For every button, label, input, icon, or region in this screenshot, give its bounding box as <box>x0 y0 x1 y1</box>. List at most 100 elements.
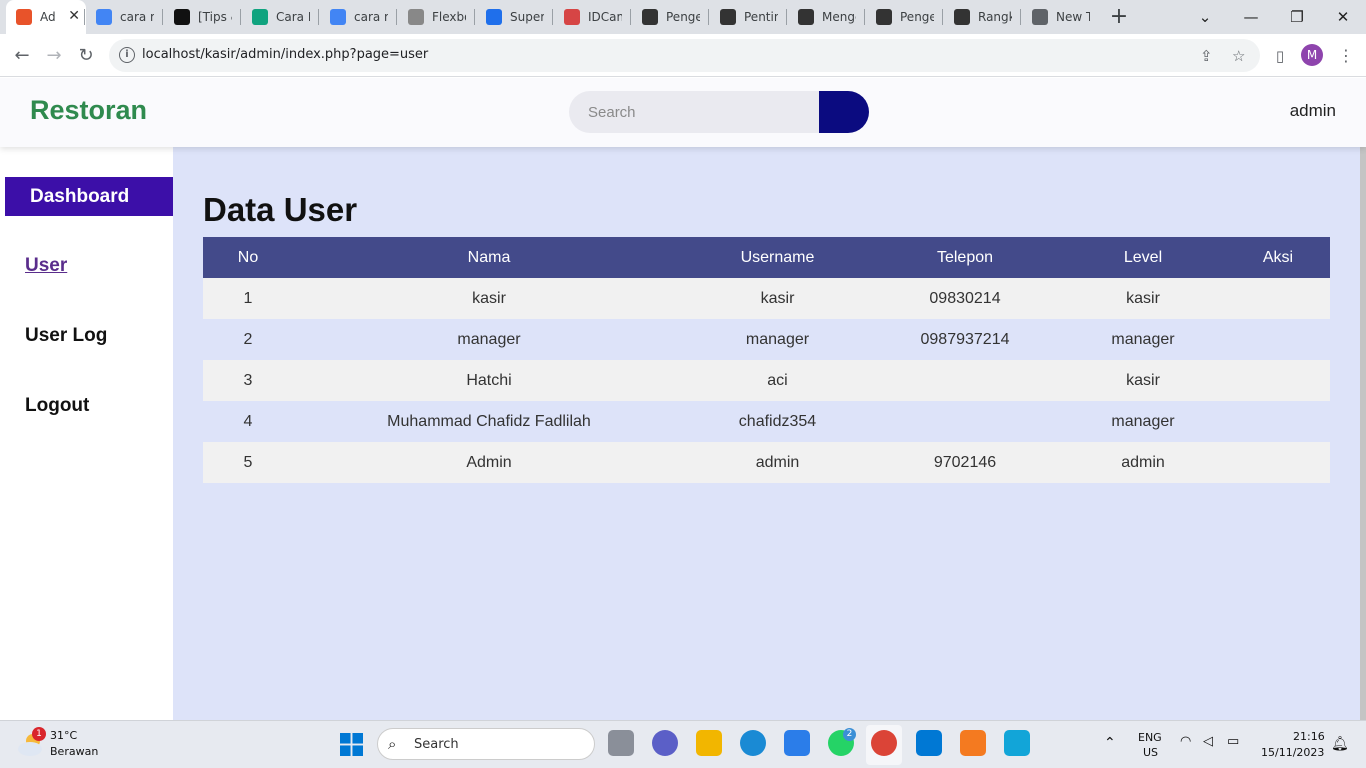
search-icon: ⌕ <box>388 735 397 753</box>
minimize-button[interactable]: — <box>1228 0 1274 34</box>
page-scrollbar[interactable] <box>1360 147 1366 720</box>
taskbar-search[interactable]: ⌕ Search <box>377 728 595 760</box>
restore-button[interactable]: ❐ <box>1274 0 1320 34</box>
browser-tab[interactable]: Menge <box>788 0 866 34</box>
tab-separator <box>1020 9 1021 25</box>
xampp-icon[interactable] <box>960 730 986 756</box>
chatgpt-icon <box>252 9 268 25</box>
table-row: 1 kasir kasir 09830214 kasir <box>203 278 1330 319</box>
browser-tab[interactable]: Cara M <box>242 0 320 34</box>
browser-tab-label: IDCam <box>588 10 622 24</box>
cell-nama: Muhammad Chafidz Fadlilah <box>293 401 685 442</box>
cell-nama: Hatchi <box>293 360 685 401</box>
browser-toolbar: ← → ↻ i localhost/kasir/admin/index.php?… <box>0 34 1366 77</box>
tab-separator <box>84 9 85 25</box>
site-info-icon[interactable]: i <box>119 47 135 63</box>
cell-telepon <box>870 360 1060 401</box>
browser-tab[interactable]: Flexbo <box>398 0 476 34</box>
weather-description[interactable]: Berawan <box>50 745 98 758</box>
battery-icon[interactable]: ▭ <box>1227 734 1239 749</box>
share-icon[interactable]: ⇪ <box>1200 47 1213 65</box>
close-tab-icon[interactable]: ✕ <box>68 8 80 24</box>
browser-tab[interactable]: cara m <box>320 0 398 34</box>
sidebar: Dashboard User User Log Logout <box>0 147 173 720</box>
wifi-icon[interactable]: ◠ <box>1180 734 1191 749</box>
bookmark-star-icon[interactable]: ☆ <box>1232 47 1245 65</box>
microsoft-store-icon[interactable] <box>784 730 810 756</box>
browser-tab[interactable]: Rangki <box>944 0 1022 34</box>
column-header-telepon: Telepon <box>870 237 1060 278</box>
browser-tab[interactable]: Penger <box>632 0 710 34</box>
windows-taskbar: 1 31°C Berawan ⌕ Search 2 ⌃ ENG US ◠ ◁ ▭… <box>0 720 1366 768</box>
cell-aksi <box>1226 401 1330 442</box>
cell-username: admin <box>685 442 870 483</box>
weather-temperature[interactable]: 31°C <box>50 729 77 742</box>
cell-aksi <box>1226 360 1330 401</box>
sidebar-item-logout[interactable]: Logout <box>25 395 89 417</box>
column-header-level: Level <box>1060 237 1226 278</box>
tab-separator <box>630 9 631 25</box>
windows-start-icon[interactable] <box>340 733 363 756</box>
g-icon <box>642 9 658 25</box>
cell-no: 5 <box>203 442 293 483</box>
browser-tab[interactable]: Ad ✕ <box>6 0 86 34</box>
region-indicator[interactable]: US <box>1143 746 1158 759</box>
css-tricks-icon <box>408 9 424 25</box>
url-text[interactable]: localhost/kasir/admin/index.php?page=use… <box>142 47 428 62</box>
vscode-icon[interactable] <box>916 730 942 756</box>
sidebar-item-user-log[interactable]: User Log <box>25 325 107 347</box>
tab-separator <box>786 9 787 25</box>
menu-kebab-icon[interactable]: ⋮ <box>1333 43 1359 69</box>
cell-telepon: 9702146 <box>870 442 1060 483</box>
back-button[interactable]: ← <box>9 43 35 69</box>
browser-tab[interactable]: Super s <box>476 0 554 34</box>
tab-separator <box>942 9 943 25</box>
notification-bell-icon[interactable]: 🔔︎ <box>1331 736 1349 752</box>
close-window-button[interactable]: ✕ <box>1320 0 1366 34</box>
tray-chevron-up-icon[interactable]: ⌃ <box>1104 735 1116 751</box>
reload-button[interactable]: ↻ <box>73 43 99 69</box>
forward-button[interactable]: → <box>41 43 67 69</box>
xampp-icon <box>16 9 32 25</box>
side-panel-icon[interactable]: ▯ <box>1267 43 1293 69</box>
volume-icon[interactable]: ◁ <box>1203 734 1213 749</box>
teams-chat-icon[interactable] <box>652 730 678 756</box>
table-header-row: No Nama Username Telepon Level Aksi <box>203 237 1330 278</box>
cell-level: kasir <box>1060 278 1226 319</box>
browser-tab[interactable]: Penger <box>866 0 944 34</box>
browser-tab[interactable]: cara m <box>86 0 164 34</box>
g-icon <box>798 9 814 25</box>
tab-search-chevron-icon[interactable]: ⌄ <box>1182 0 1228 34</box>
current-user-label: admin <box>1289 101 1336 120</box>
new-tab-button[interactable]: + <box>1107 3 1131 31</box>
tab-separator <box>396 9 397 25</box>
browser-tab[interactable]: IDCam <box>554 0 632 34</box>
cell-aksi <box>1226 319 1330 360</box>
edge-icon[interactable] <box>740 730 766 756</box>
browser-tab[interactable]: [Tips & <box>164 0 242 34</box>
browser-tab-label: cara m <box>354 10 388 24</box>
clock-time[interactable]: 21:16 <box>1293 730 1325 743</box>
tab-separator <box>318 9 319 25</box>
brand-logo[interactable]: Restoran <box>30 95 147 126</box>
sidebar-item-dashboard[interactable]: Dashboard <box>5 177 173 216</box>
browser-tab[interactable]: Penting <box>710 0 788 34</box>
google-icon <box>96 9 112 25</box>
language-indicator[interactable]: ENG <box>1138 731 1162 744</box>
search-input[interactable] <box>569 91 829 133</box>
browser-tab[interactable]: New Ta <box>1022 0 1100 34</box>
main-content: Data User No Nama Username Telepon Level… <box>173 147 1360 720</box>
chrome-icon[interactable] <box>871 730 897 756</box>
notepad-icon[interactable] <box>1004 730 1030 756</box>
clock-date[interactable]: 15/11/2023 <box>1261 746 1324 759</box>
file-explorer-icon[interactable] <box>696 730 722 756</box>
chrome-icon <box>1032 9 1048 25</box>
sidebar-item-user[interactable]: User <box>25 255 67 277</box>
cell-telepon: 09830214 <box>870 278 1060 319</box>
cell-no: 4 <box>203 401 293 442</box>
search-button[interactable] <box>819 91 869 133</box>
address-bar[interactable]: i localhost/kasir/admin/index.php?page=u… <box>109 39 1260 72</box>
profile-avatar[interactable]: M <box>1301 44 1323 66</box>
g-icon <box>954 9 970 25</box>
task-view-icon[interactable] <box>608 730 634 756</box>
